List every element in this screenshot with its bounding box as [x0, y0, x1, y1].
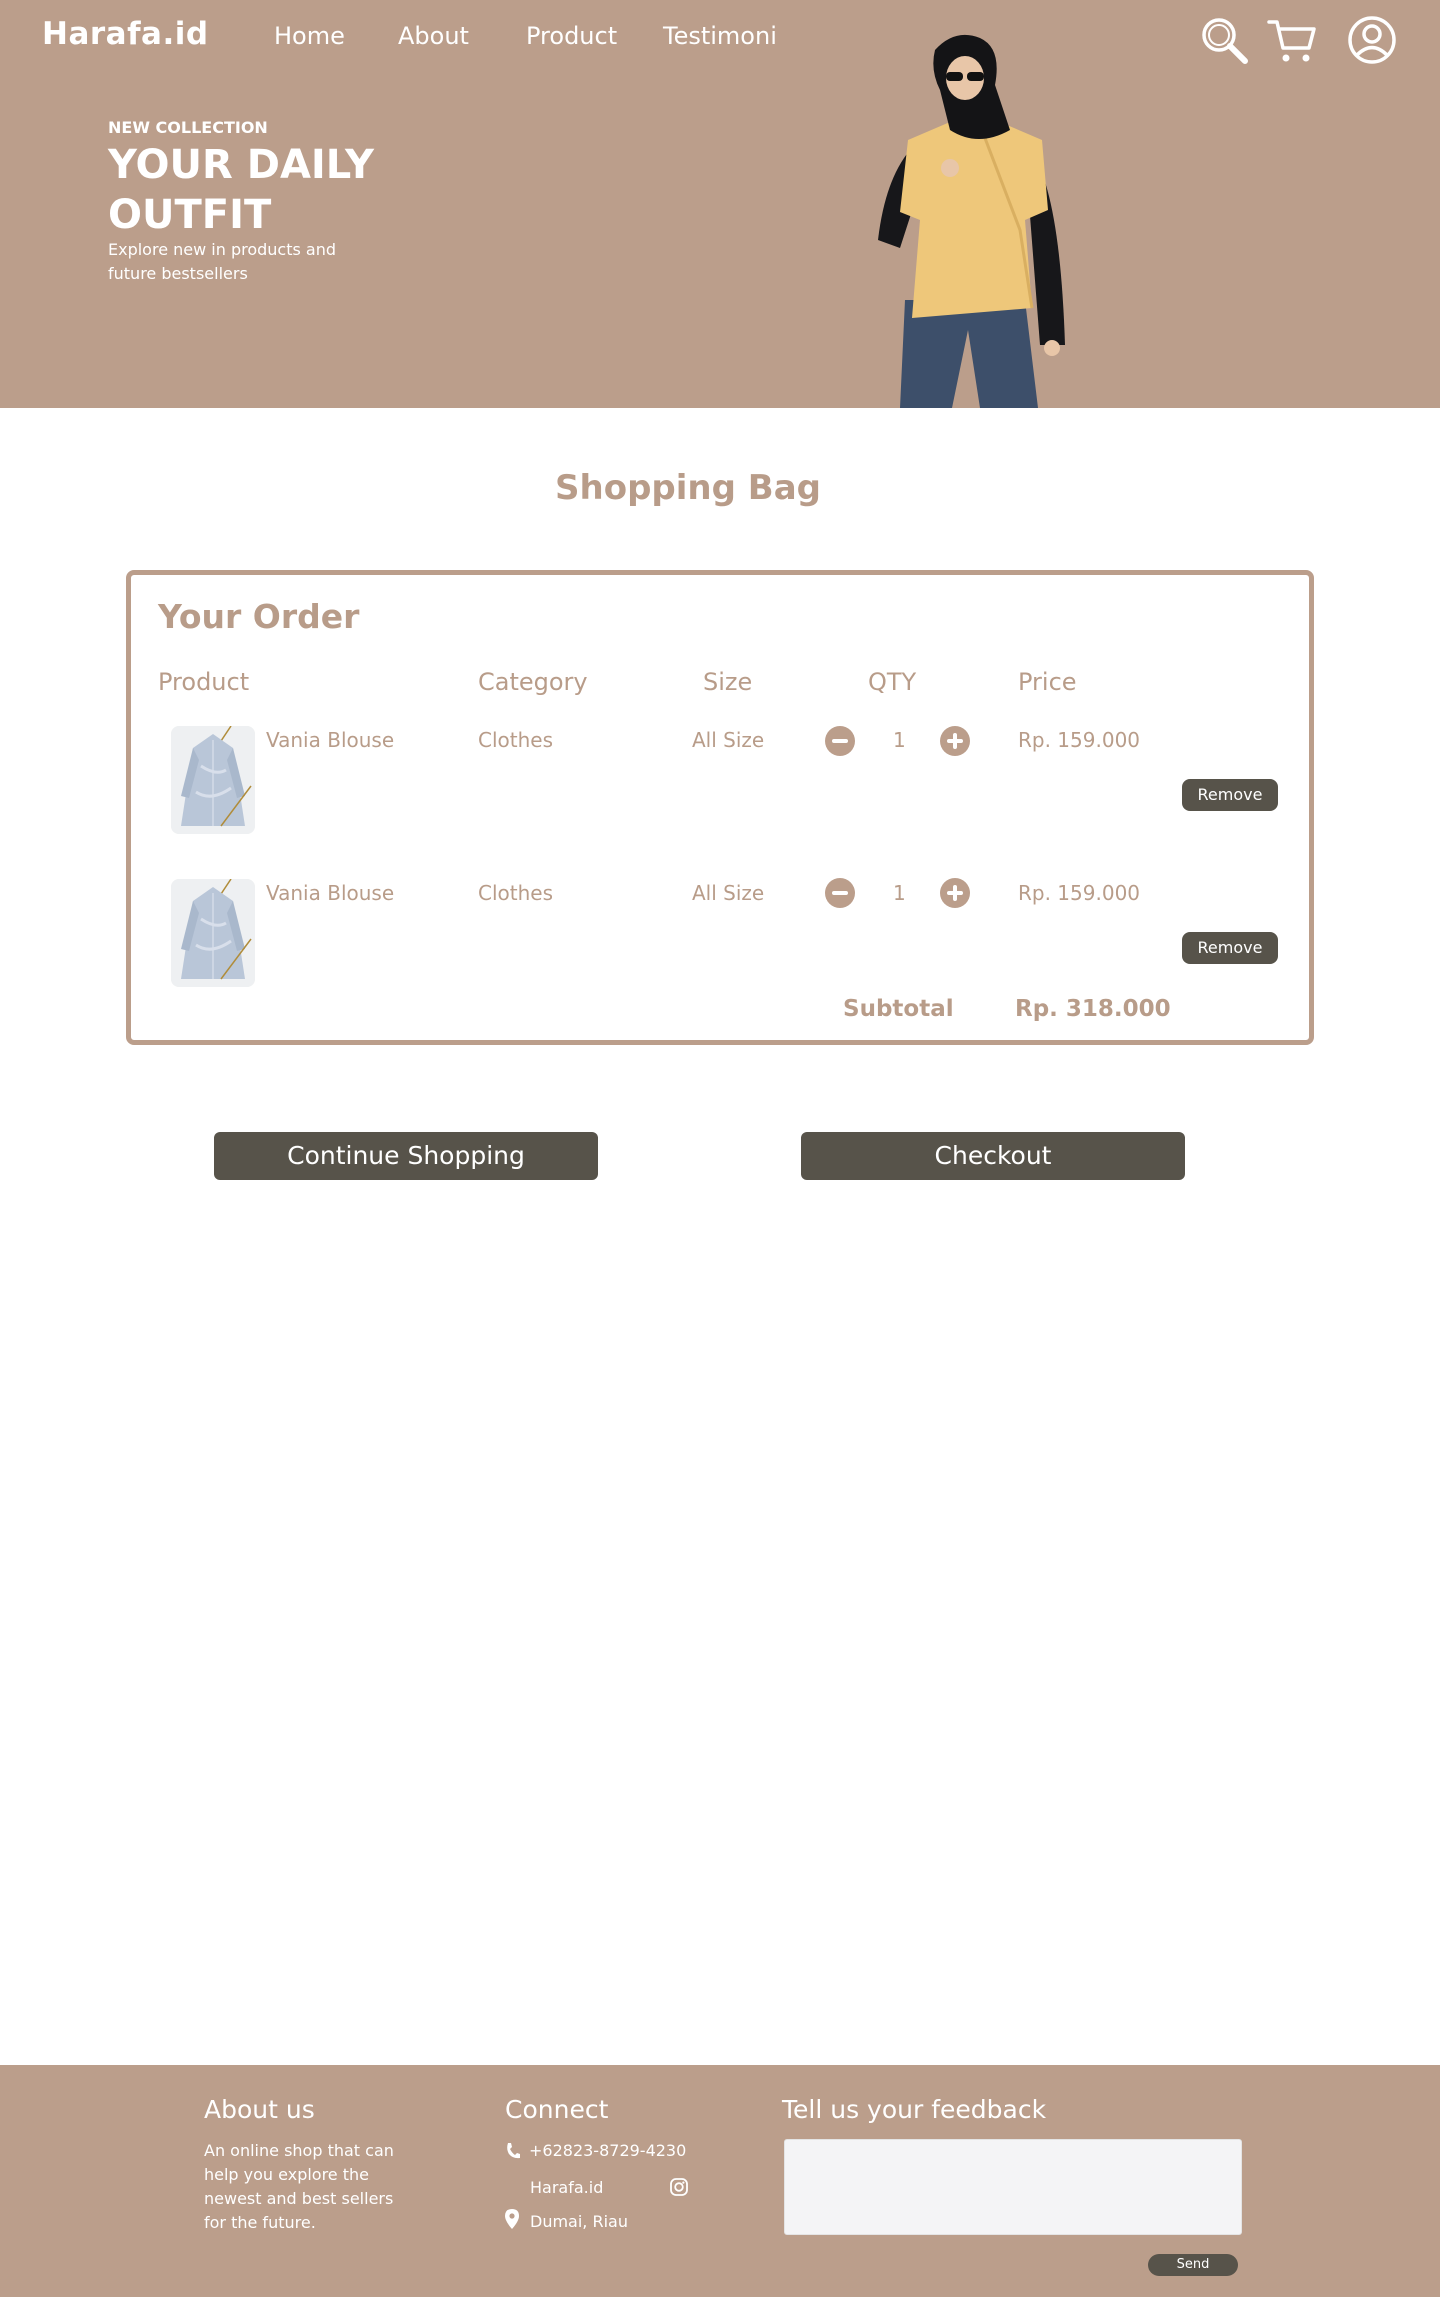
page-title: Shopping Bag [555, 468, 821, 508]
search-icon[interactable] [1198, 14, 1250, 66]
nav-about[interactable]: About [398, 22, 469, 50]
feedback-heading: Tell us your feedback [782, 2095, 1047, 2124]
qty-value: 1 [893, 728, 906, 752]
remove-button[interactable]: Remove [1182, 779, 1278, 811]
subtotal-value: Rp. 318.000 [1015, 996, 1171, 1022]
checkout-button[interactable]: Checkout [801, 1132, 1185, 1180]
product-price: Rp. 159.000 [1018, 881, 1141, 905]
footer: About us An online shop that can help yo… [0, 2065, 1440, 2297]
column-header-product: Product [158, 668, 250, 696]
footer-location: Dumai, Riau [530, 2212, 628, 2231]
qty-increase-button[interactable] [940, 878, 970, 908]
location-pin-icon [505, 2209, 519, 2229]
product-size: All Size [692, 881, 765, 905]
feedback-input[interactable] [784, 2139, 1242, 2235]
column-header-qty: QTY [868, 668, 917, 696]
brand-logo[interactable]: Harafa.id [42, 16, 209, 52]
footer-phone[interactable]: +62823-8729-4230 [529, 2139, 686, 2163]
continue-shopping-button[interactable]: Continue Shopping [214, 1132, 598, 1180]
footer-about-heading: About us [204, 2095, 315, 2124]
hero-subtitle: Explore new in products and future bests… [108, 240, 337, 283]
remove-button[interactable]: Remove [1182, 932, 1278, 964]
user-icon[interactable] [1346, 14, 1398, 66]
product-thumbnail[interactable] [171, 879, 255, 987]
order-heading: Your Order [158, 597, 360, 636]
nav-product[interactable]: Product [526, 22, 617, 50]
instagram-icon[interactable] [670, 2178, 688, 2196]
cart-icon[interactable] [1266, 14, 1318, 66]
qty-value: 1 [893, 881, 906, 905]
footer-connect-heading: Connect [505, 2095, 609, 2124]
qty-decrease-button[interactable] [825, 878, 855, 908]
footer-about-text: An online shop that can help you explore… [204, 2141, 394, 2232]
send-button[interactable]: Send [1148, 2254, 1238, 2276]
order-panel [126, 570, 1314, 1045]
product-thumbnail[interactable] [171, 726, 255, 834]
product-name[interactable]: Vania Blouse [266, 728, 394, 752]
phone-icon [507, 2143, 520, 2159]
footer-instagram[interactable]: Harafa.id [530, 2176, 603, 2200]
nav-testimoni[interactable]: Testimoni [663, 22, 777, 50]
column-header-size: Size [703, 668, 753, 696]
subtotal-label: Subtotal [843, 996, 954, 1022]
column-header-price: Price [1018, 668, 1077, 696]
nav-home[interactable]: Home [274, 22, 345, 50]
product-price: Rp. 159.000 [1018, 728, 1141, 752]
product-category: Clothes [478, 881, 553, 905]
qty-increase-button[interactable] [940, 726, 970, 756]
hero-banner: Harafa.id Home About Product Testimoni N… [0, 0, 1440, 408]
hero-model-image [878, 34, 1065, 408]
hero-tag: NEW COLLECTION [108, 118, 268, 137]
product-category: Clothes [478, 728, 553, 752]
product-size: All Size [692, 728, 765, 752]
product-name[interactable]: Vania Blouse [266, 881, 394, 905]
qty-decrease-button[interactable] [825, 726, 855, 756]
column-header-category: Category [478, 668, 588, 696]
hero-title: YOUR DAILY OUTFIT [108, 142, 375, 238]
